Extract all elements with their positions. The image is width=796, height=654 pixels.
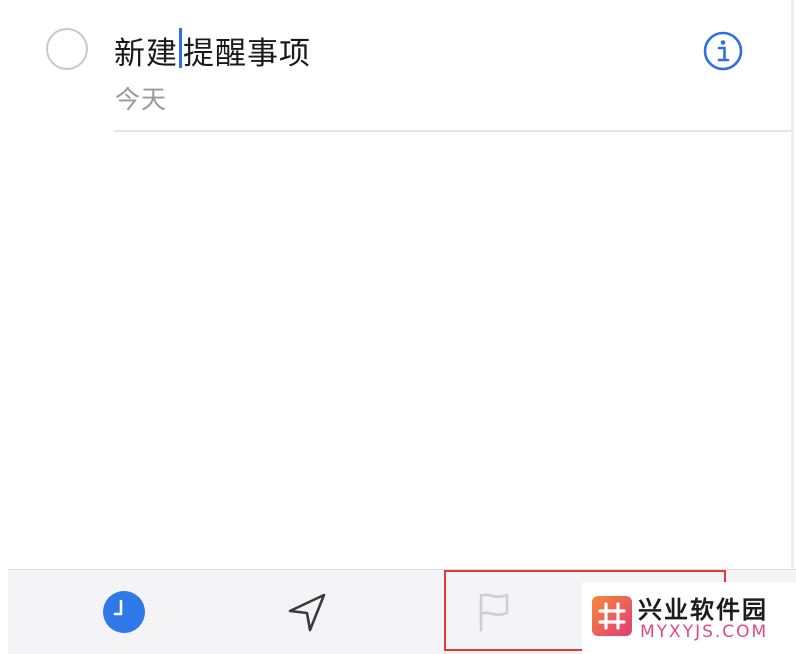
reminder-title-text-end: 提醒事项 <box>183 35 311 72</box>
flag-button[interactable] <box>463 570 523 654</box>
complete-checkbox[interactable] <box>46 28 88 70</box>
location-arrow-icon <box>288 593 326 632</box>
location-reminder-button[interactable] <box>278 570 338 654</box>
info-icon <box>703 31 743 71</box>
text-caret <box>179 28 182 68</box>
watermark: 兴业软件园 MYXYJS.COM <box>582 582 796 654</box>
reminder-edit-screen: 新建 提醒事项 今天 兴业软件园 MYXYJS.COM <box>0 0 796 654</box>
reminder-title-text-start: 新建 <box>114 35 178 72</box>
flag-icon <box>479 593 509 632</box>
time-reminder-button[interactable] <box>94 570 154 654</box>
reminder-title-field[interactable]: 新建 提醒事项 <box>114 28 311 72</box>
watermark-domain: MYXYJS.COM <box>640 622 769 642</box>
reminder-row[interactable]: 新建 提醒事项 今天 <box>0 0 796 132</box>
watermark-logo-icon <box>592 596 632 636</box>
reminder-date-label: 今天 <box>115 85 168 114</box>
info-button[interactable] <box>702 30 744 72</box>
clock-icon <box>103 591 145 633</box>
watermark-title: 兴业软件园 <box>638 596 768 624</box>
row-divider <box>114 130 791 132</box>
edge-divider <box>791 0 794 580</box>
